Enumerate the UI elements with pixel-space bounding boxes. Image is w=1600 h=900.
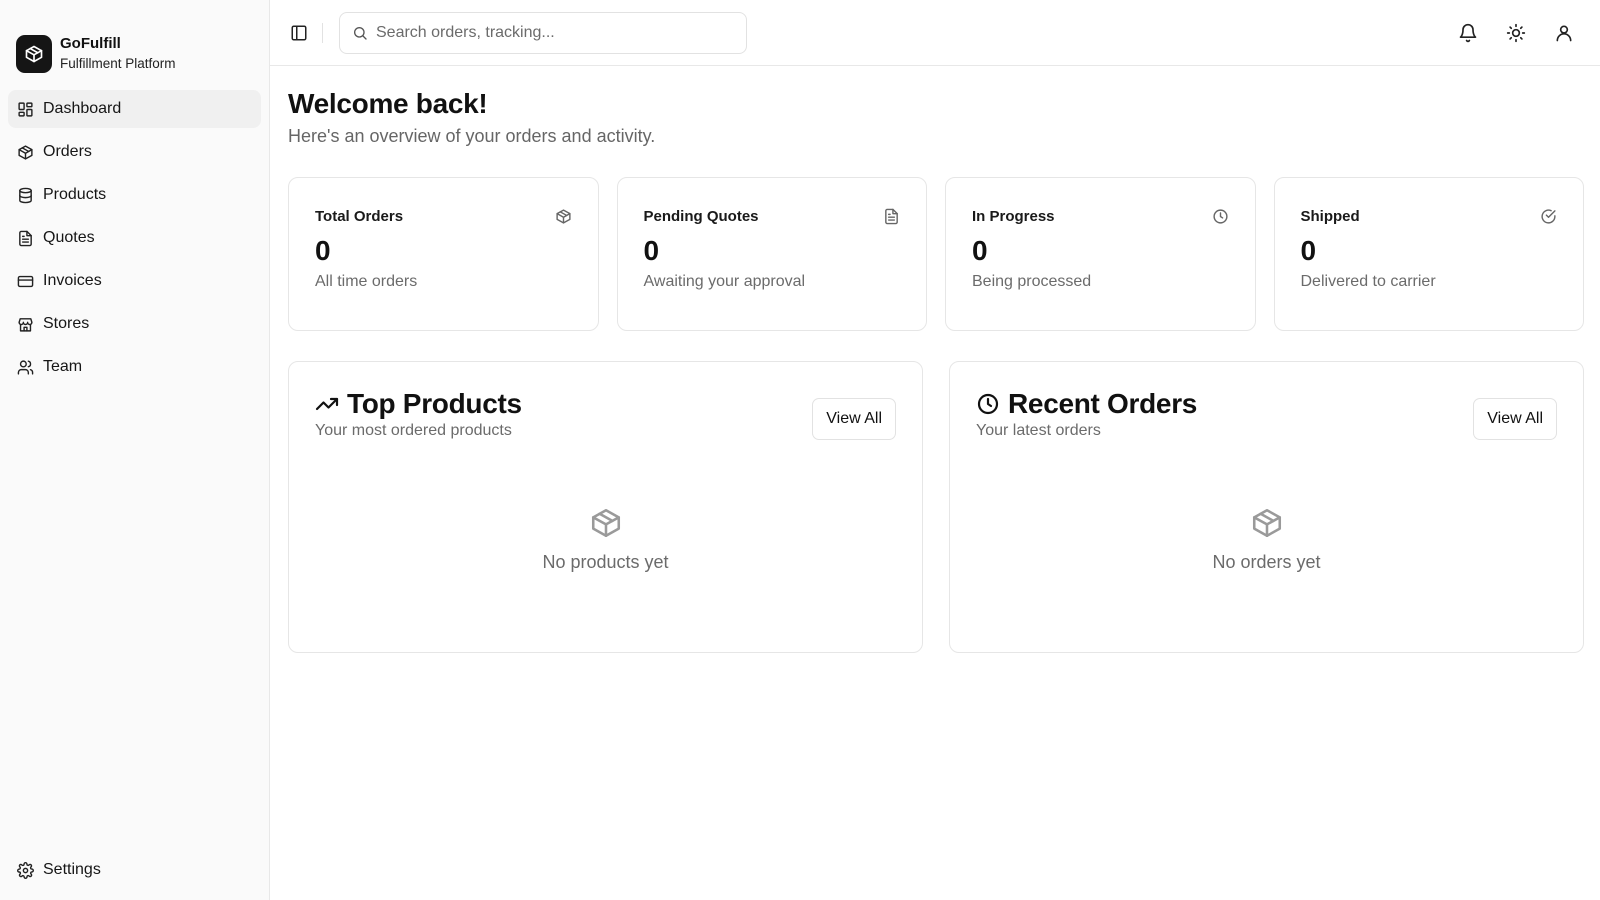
stat-label: Shipped (1300, 208, 1360, 225)
empty-state-text: No products yet (542, 552, 669, 572)
layout-grid-icon (18, 101, 33, 117)
app-root: GoFulfill Fulfillment Platform Dashboard… (0, 0, 1600, 900)
bell-icon (1459, 23, 1477, 42)
sidebar-nav: Dashboard Orders Products Quotes Invoice… (0, 86, 269, 386)
sidebar-item-label: Orders (43, 143, 92, 160)
sidebar-item-label: Stores (43, 315, 90, 332)
search-input[interactable] (376, 23, 734, 42)
clock-icon (1212, 209, 1228, 224)
sidebar-item-invoices[interactable]: Invoices (8, 262, 261, 300)
sidebar-item-label: Dashboard (43, 100, 122, 117)
sidebar-item-label: Quotes (43, 229, 95, 246)
panel-title: Top Products (347, 388, 522, 419)
package-icon (18, 144, 33, 160)
stat-description: Delivered to carrier (1300, 273, 1436, 290)
stat-value: 0 (1300, 235, 1317, 266)
top-bar (270, 0, 1600, 66)
store-icon (18, 317, 33, 332)
sidebar-item-dashboard[interactable]: Dashboard (8, 90, 261, 128)
clock-icon (977, 393, 999, 415)
recent-orders-panel: Recent Orders Your latest orders View Al… (949, 361, 1584, 653)
sidebar-item-products[interactable]: Products (8, 176, 261, 214)
stat-description: Being processed (972, 273, 1092, 290)
dashboard-content: Welcome back! Here's an overview of your… (270, 66, 1600, 653)
package-icon (591, 508, 620, 538)
stat-card-pending-quotes: Pending Quotes 0 Awaiting your approval (616, 177, 927, 331)
sidebar-item-quotes[interactable]: Quotes (8, 219, 261, 257)
sidebar-item-label: Products (43, 186, 107, 203)
sidebar-item-label: Invoices (43, 272, 102, 289)
sidebar: GoFulfill Fulfillment Platform Dashboard… (0, 0, 270, 900)
sidebar-item-settings[interactable]: Settings (8, 851, 261, 889)
toolbar-divider (322, 22, 323, 43)
stat-value: 0 (315, 235, 331, 266)
stat-card-shipped: Shipped 0 Delivered to carrier (1273, 177, 1584, 331)
brand[interactable]: GoFulfill Fulfillment Platform (0, 0, 269, 86)
sidebar-item-team[interactable]: Team (8, 348, 261, 386)
file-text-icon (19, 230, 32, 246)
panel-title: Recent Orders (1008, 388, 1198, 419)
view-all-products-button[interactable]: View All (812, 398, 896, 440)
top-products-panel: Top Products Your most ordered products … (288, 361, 923, 653)
sidebar-footer: Settings (8, 851, 261, 894)
brand-name: GoFulfill (60, 35, 121, 52)
panel-subtitle: Your latest orders (976, 422, 1101, 439)
sidebar-item-label: Settings (43, 861, 101, 878)
sidebar-item-label: Team (43, 358, 83, 375)
search-box[interactable] (339, 11, 747, 54)
stat-card-total-orders: Total Orders 0 All time orders (288, 177, 599, 331)
package-icon (25, 45, 43, 63)
stat-description: Awaiting your approval (643, 273, 806, 290)
notifications-button[interactable] (1458, 23, 1478, 43)
top-actions (1458, 23, 1582, 43)
user-menu-button[interactable] (1554, 23, 1574, 43)
file-text-icon (885, 208, 898, 225)
stat-description: All time orders (315, 273, 418, 290)
stat-label: Total Orders (315, 208, 404, 225)
sidebar-toggle-icon (291, 25, 307, 40)
brand-logo (16, 35, 52, 73)
stat-label: Pending Quotes (643, 208, 759, 225)
users-icon (17, 359, 34, 375)
stat-label: In Progress (972, 208, 1055, 225)
page-subtitle: Here's an overview of your orders and ac… (288, 126, 656, 146)
stats-row: Total Orders 0 All time orders Pending Q… (288, 177, 1584, 331)
database-icon (19, 187, 32, 203)
sidebar-toggle-button[interactable] (288, 22, 310, 44)
panel-subtitle: Your most ordered products (315, 422, 512, 439)
check-circle-icon (1541, 209, 1556, 224)
stat-value: 0 (972, 235, 988, 266)
sidebar-item-stores[interactable]: Stores (8, 305, 261, 343)
trending-up-icon (315, 397, 339, 411)
package-icon (1252, 508, 1281, 538)
page-title: Welcome back! (288, 88, 488, 119)
empty-state-text: No orders yet (1212, 552, 1321, 572)
package-icon (555, 209, 571, 224)
view-all-orders-button[interactable]: View All (1473, 398, 1557, 440)
user-icon (1556, 25, 1572, 41)
stat-card-in-progress: In Progress 0 Being processed (945, 177, 1256, 331)
stat-value: 0 (643, 235, 660, 266)
theme-toggle-button[interactable] (1506, 23, 1526, 43)
main-area: Welcome back! Here's an overview of your… (270, 0, 1600, 900)
empty-state: No products yet (315, 506, 896, 573)
sidebar-item-orders[interactable]: Orders (8, 133, 261, 171)
empty-state: No orders yet (976, 506, 1557, 573)
sun-icon (1506, 23, 1526, 42)
panels-row: Top Products Your most ordered products … (288, 361, 1584, 653)
brand-subtitle: Fulfillment Platform (60, 56, 176, 71)
gear-icon (17, 861, 34, 879)
search-icon (354, 26, 367, 40)
credit-card-icon (17, 275, 34, 287)
